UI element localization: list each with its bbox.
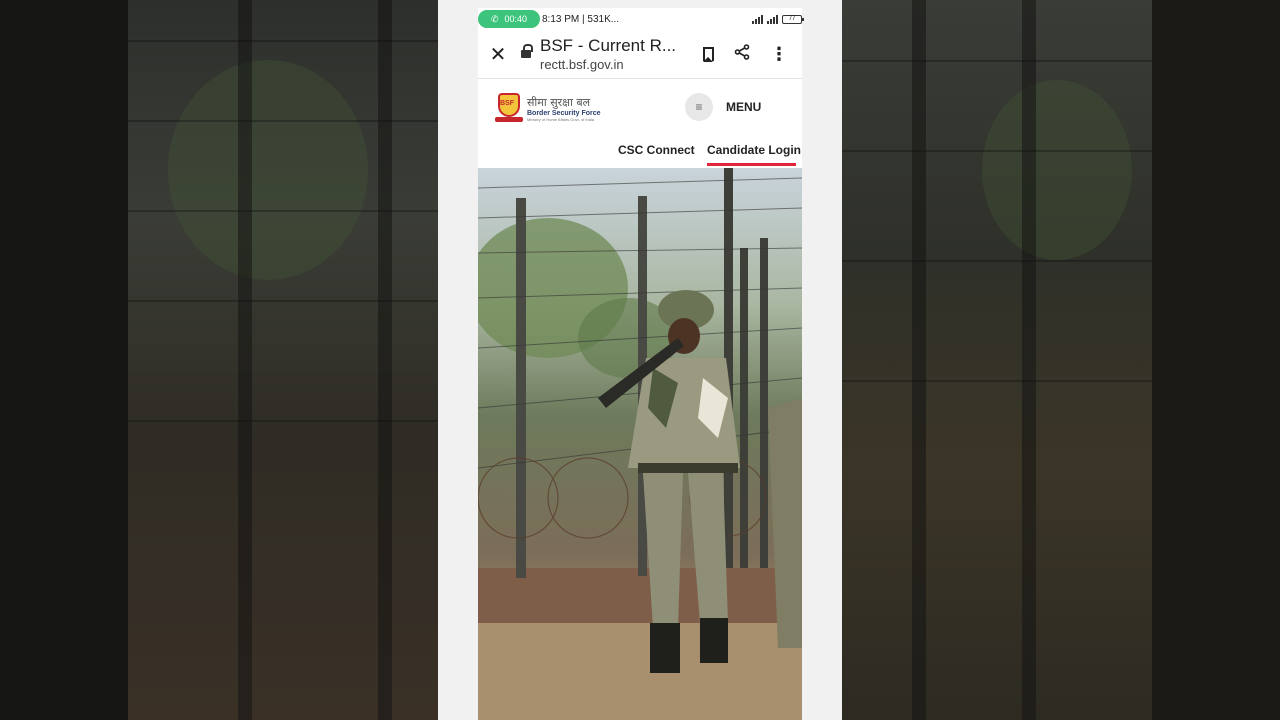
hamburger-menu-icon[interactable]: ≡	[685, 93, 713, 121]
phone-icon: ✆	[490, 13, 499, 24]
background-right-blur	[842, 0, 1152, 720]
browser-toolbar: ✕ BSF - Current R... rectt.bsf.gov.in ⋮	[478, 30, 802, 78]
active-tab-indicator	[707, 163, 796, 166]
phone-screen: ✆ 00:40 8:13 PM | 531K... 77 ✕ BSF - Cur…	[438, 0, 842, 720]
signal-icon	[752, 14, 763, 24]
status-time: 8:13 PM | 531K...	[542, 13, 620, 25]
close-icon[interactable]: ✕	[478, 42, 518, 67]
signal-icon	[767, 14, 778, 24]
logo-english-text: Border Security Force	[527, 109, 601, 117]
background-far-left	[0, 0, 128, 720]
call-indicator[interactable]: ✆ 00:40	[478, 10, 540, 28]
status-bar: ✆ 00:40 8:13 PM | 531K... 77	[478, 8, 804, 30]
menu-button[interactable]: MENU	[726, 100, 761, 114]
more-options-icon[interactable]: ⋮	[770, 45, 788, 63]
url-info[interactable]: BSF - Current R... rectt.bsf.gov.in	[540, 36, 700, 72]
logo-badge: BSF	[500, 100, 514, 107]
background-far-right	[1152, 0, 1280, 720]
toolbar-actions: ⋮	[703, 43, 802, 65]
site-header: BSF सीमा सुरक्षा बल Border Security Forc…	[478, 78, 802, 168]
share-icon[interactable]	[734, 43, 750, 65]
logo-hindi-text: सीमा सुरक्षा बल	[527, 95, 591, 109]
logo-ministry-text: Ministry of Home Affairs Govt. of India	[527, 116, 595, 122]
background-left-blur	[128, 0, 438, 720]
bsf-emblem-icon: BSF	[494, 91, 524, 125]
battery-icon: 77	[782, 14, 804, 24]
bsf-logo[interactable]: BSF सीमा सुरक्षा बल Border Security Forc…	[494, 91, 601, 125]
nav-candidate-login[interactable]: Candidate Login	[707, 143, 801, 157]
bookmark-icon[interactable]	[703, 47, 714, 62]
page-domain: rectt.bsf.gov.in	[540, 57, 624, 72]
status-icons: 77	[752, 14, 804, 24]
page-title: BSF - Current R...	[540, 36, 677, 55]
call-timer: 00:40	[504, 14, 528, 24]
hero-image	[478, 168, 802, 720]
lock-icon[interactable]	[520, 44, 534, 60]
nav-csc-connect[interactable]: CSC Connect	[618, 143, 695, 157]
